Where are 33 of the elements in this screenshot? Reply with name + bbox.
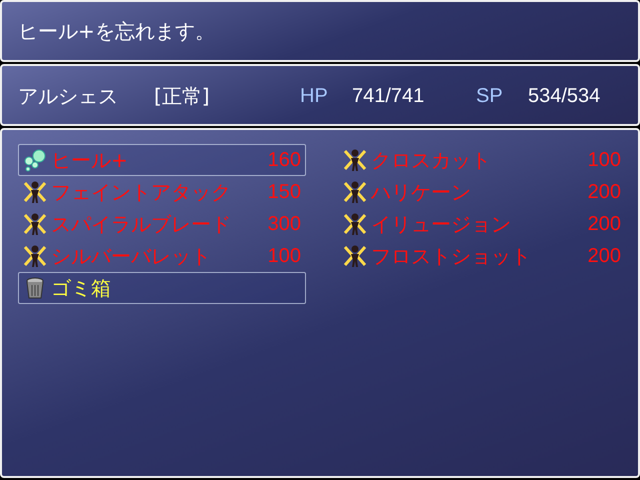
skill-cost: 300: [268, 212, 301, 236]
skill-cost: 200: [588, 212, 621, 236]
skill-cost: 150: [268, 180, 301, 204]
figure-icon: [343, 212, 367, 236]
skill-cost: 100: [588, 148, 621, 172]
skill-cost: 200: [588, 180, 621, 204]
figure-icon: [23, 180, 47, 204]
hp-label: HP: [300, 84, 329, 108]
trash-label: ゴミ箱: [51, 274, 112, 302]
skill-cost: 200: [588, 244, 621, 268]
skill-name: スパイラルブレード: [51, 210, 232, 238]
skill-cost: 100: [268, 244, 301, 268]
character-name: アルシェス: [18, 82, 119, 110]
sp-label: SP: [476, 84, 504, 108]
skill-name: イリュージョン: [371, 210, 512, 238]
figure-icon: [23, 244, 47, 268]
skill-name: シルバーバレット: [51, 242, 212, 270]
skill-name: ヒール+: [51, 146, 129, 174]
figure-icon: [343, 180, 367, 204]
skill-name: フロストショット: [371, 242, 532, 270]
status-state: [正常]: [154, 82, 211, 110]
figure-icon: [343, 244, 367, 268]
sp-value: 534/534: [528, 84, 600, 108]
skill-cost: 160: [268, 148, 301, 172]
skill-name: フェイントアタック: [51, 178, 232, 206]
skill-name: ハリケーン: [371, 178, 472, 206]
trash-slot[interactable]: ゴミ箱: [18, 272, 306, 304]
bubbles-icon: [23, 148, 47, 172]
figure-icon: [343, 148, 367, 172]
hp-value: 741/741: [352, 84, 426, 108]
help-text: ヒール+を忘れます。: [18, 18, 215, 45]
skill-name: クロスカット: [371, 146, 492, 174]
figure-icon: [23, 212, 47, 236]
